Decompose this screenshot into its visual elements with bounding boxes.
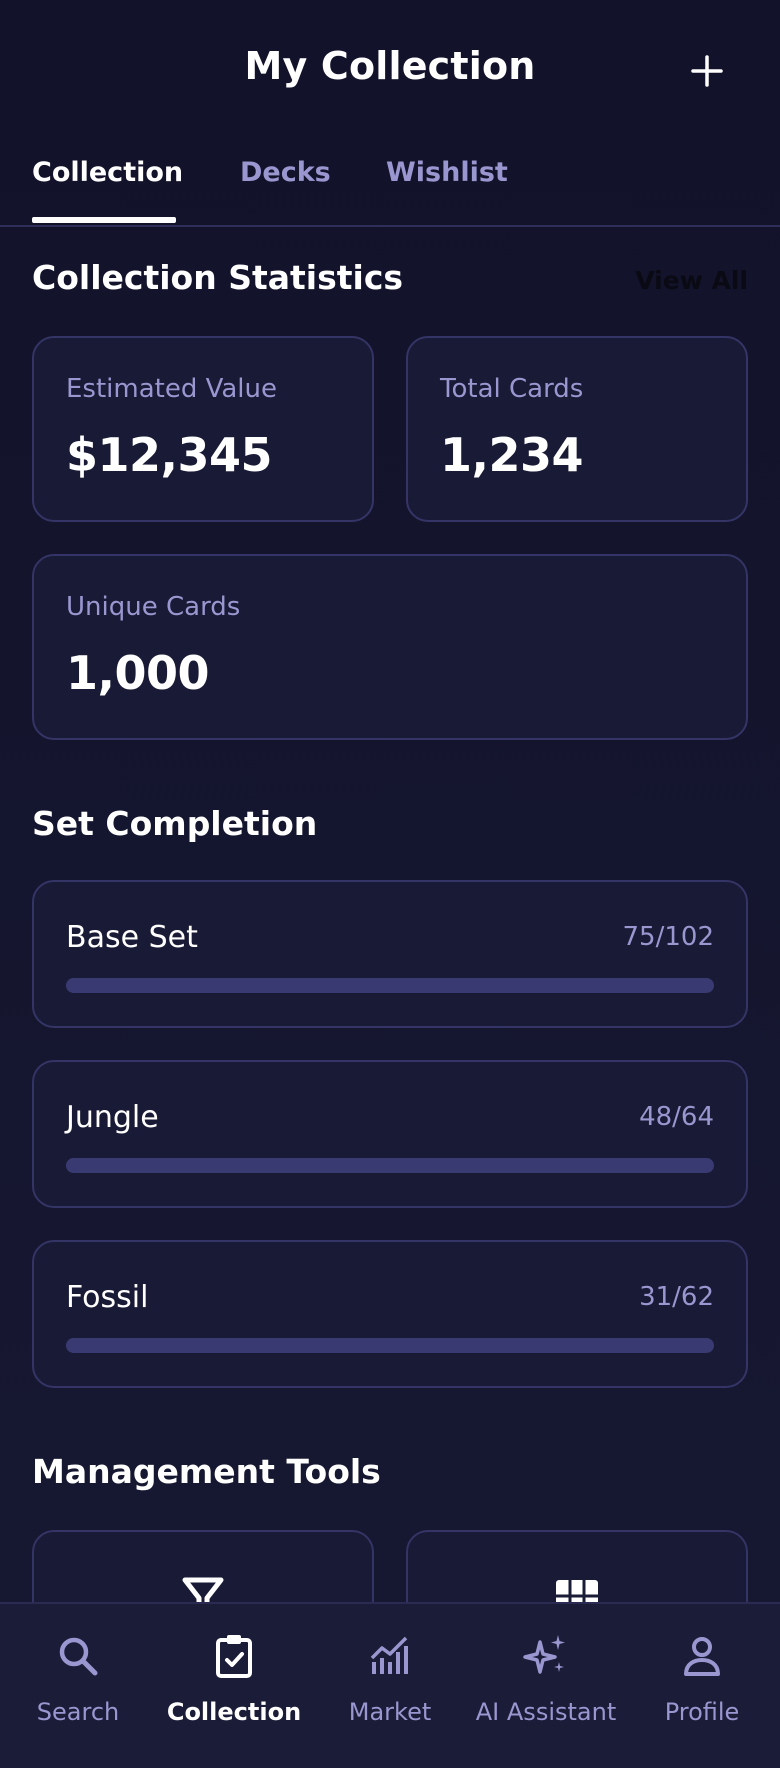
tab-wishlist[interactable]: Wishlist [386, 157, 508, 223]
stat-value: 1,000 [66, 646, 210, 700]
tab-decks[interactable]: Decks [240, 157, 331, 223]
progress-bar [66, 1338, 714, 1353]
plus-icon [691, 55, 723, 87]
person-icon [684, 1637, 720, 1676]
nav-label: Market [348, 1698, 432, 1726]
nav-search[interactable]: Search [0, 1632, 156, 1742]
nav-profile[interactable]: Profile [624, 1632, 780, 1742]
stat-card-estimated-value[interactable]: Estimated Value $12,345 [32, 336, 374, 522]
progress-bar [66, 978, 714, 993]
stat-card-total-cards[interactable]: Total Cards 1,234 [406, 336, 748, 522]
stat-value: 1,234 [440, 428, 584, 482]
set-name: Fossil [66, 1280, 149, 1315]
nav-label: Collection [166, 1698, 302, 1726]
nav-market[interactable]: Market [312, 1632, 468, 1742]
set-card-jungle[interactable]: Jungle 48/64 [32, 1060, 748, 1208]
stat-label: Unique Cards [66, 592, 241, 622]
nav-label: Search [36, 1698, 120, 1726]
stat-label: Total Cards [440, 374, 584, 404]
management-tools-title: Management Tools [32, 1452, 381, 1491]
progress-fill [66, 978, 543, 993]
sparkles-icon [523, 1635, 565, 1674]
set-name: Base Set [66, 920, 198, 955]
nav-collection[interactable]: Collection [156, 1632, 312, 1742]
bottom-nav: Search Collection Market AI Assistant Pr… [0, 1602, 780, 1768]
nav-ai-assistant[interactable]: AI Assistant [468, 1632, 624, 1742]
set-count: 31/62 [639, 1282, 714, 1312]
view-all-link[interactable]: View All [620, 266, 748, 295]
set-name: Jungle [66, 1100, 159, 1135]
search-icon [59, 1637, 98, 1676]
progress-fill [66, 1158, 552, 1173]
statistics-title: Collection Statistics [32, 258, 404, 297]
nav-label: Profile [664, 1698, 740, 1726]
chart-icon [370, 1636, 408, 1674]
set-card-base-set[interactable]: Base Set 75/102 [32, 880, 748, 1028]
app-screen: My Collection Collection Decks Wishlist … [0, 0, 780, 1768]
set-card-fossil[interactable]: Fossil 31/62 [32, 1240, 748, 1388]
set-completion-title: Set Completion [32, 804, 318, 843]
progress-fill [66, 1338, 390, 1353]
set-count: 48/64 [639, 1102, 714, 1132]
nav-label: AI Assistant [475, 1698, 617, 1726]
tab-bar: Collection Decks Wishlist [0, 145, 780, 227]
add-button[interactable] [684, 48, 730, 94]
stat-value: $12,345 [66, 428, 273, 482]
tab-collection[interactable]: Collection [32, 157, 183, 223]
set-count: 75/102 [622, 922, 714, 952]
header: My Collection [0, 0, 780, 145]
stat-card-unique-cards[interactable]: Unique Cards 1,000 [32, 554, 748, 740]
clipboard-check-icon [216, 1635, 252, 1678]
progress-bar [66, 1158, 714, 1173]
page-title: My Collection [244, 44, 536, 88]
stat-label: Estimated Value [66, 374, 278, 404]
